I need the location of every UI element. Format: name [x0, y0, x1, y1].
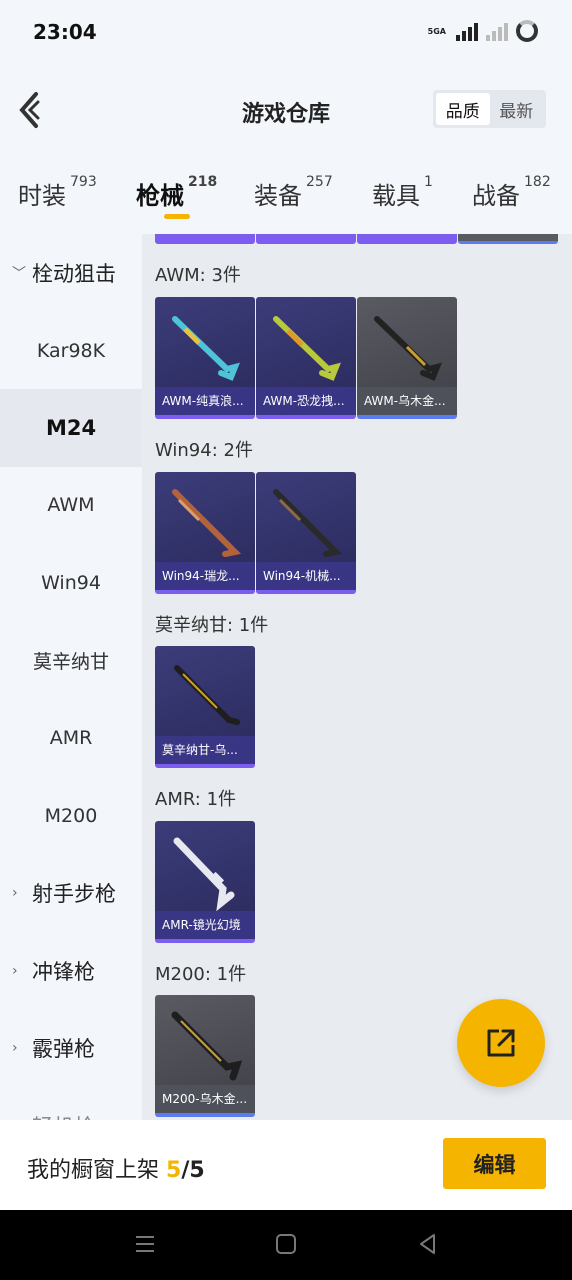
sidebar-group-bolt-action[interactable]: ﹀ 栓动狙击 [0, 234, 142, 312]
status-icons: 5GA [428, 20, 538, 42]
rifle-skin-icon [171, 1011, 243, 1081]
network-label: 5GA [427, 26, 446, 36]
item-name: Win94-瑞龙... [155, 562, 255, 590]
sort-newest-option[interactable]: 最新 [490, 93, 544, 125]
active-tab-indicator [164, 214, 190, 219]
tab-count: 1 [424, 174, 433, 190]
signal-strength-icon [456, 21, 478, 41]
tab-label: 装备 [254, 182, 302, 210]
item-card[interactable]: AWM-恐龙拽... [256, 297, 356, 419]
sidebar-group-label: 轻机枪 [32, 1111, 95, 1120]
sidebar-item-kar98k[interactable]: Kar98K [0, 312, 142, 390]
sidebar-item-awm[interactable]: AWM [0, 466, 142, 544]
item-card[interactable]: AMR-镜光幻境 [155, 821, 255, 943]
chevron-right-icon: › [12, 963, 18, 979]
partial-card[interactable] [458, 234, 558, 244]
signal-weak-icon [486, 21, 508, 41]
item-name: AWM-纯真浪... [155, 387, 255, 415]
tab-count: 218 [188, 174, 218, 190]
sidebar-group-smg[interactable]: › 冲锋枪 [0, 932, 142, 1010]
sort-toggle[interactable]: 品质 最新 [433, 90, 546, 128]
section-title-amr: AMR: 1件 [155, 789, 237, 810]
tab-label: 时装 [18, 182, 66, 210]
item-card[interactable]: AWM-纯真浪... [155, 297, 255, 419]
section-title-mosin: 莫辛纳甘: 1件 [155, 615, 269, 636]
rifle-skin-icon [273, 489, 343, 557]
section-title-win94: Win94: 2件 [155, 440, 253, 461]
menu-icon[interactable] [133, 1232, 157, 1256]
rifle-skin-icon [174, 665, 240, 725]
rifle-skin-icon [172, 489, 242, 557]
sidebar-group-label: 霰弹枪 [32, 1037, 95, 1061]
item-name: Win94-机械... [256, 562, 356, 590]
tab-vehicles[interactable]: 载具 1 [372, 174, 433, 211]
category-tabs: 时装 793 枪械 218 装备 257 载具 1 战备 182 [0, 154, 572, 234]
tab-count: 793 [70, 174, 97, 190]
section-title-awm: AWM: 3件 [155, 265, 241, 286]
rifle-skin-icon [273, 316, 341, 381]
showcase-bar: 我的橱窗上架 5/5 编辑 [0, 1120, 572, 1210]
sidebar-item-mosin[interactable]: 莫辛纳甘 [0, 621, 142, 699]
chevron-down-icon: ﹀ [12, 266, 26, 282]
sidebar-item-amr[interactable]: AMR [0, 699, 142, 777]
item-card[interactable]: AWM-乌木金... [357, 297, 457, 419]
item-card[interactable]: Win94-瑞龙... [155, 472, 255, 594]
status-time: 23:04 [33, 20, 97, 44]
sidebar-group-label: 栓动狙击 [32, 262, 116, 286]
header: 游戏仓库 品质 最新 [0, 66, 572, 154]
battery-icon [516, 20, 538, 42]
sidebar-group-shotgun[interactable]: › 霰弹枪 [0, 1009, 142, 1087]
tab-guns[interactable]: 枪械 218 [136, 174, 218, 211]
showcase-text: 我的橱窗上架 [27, 1158, 166, 1183]
tab-count: 182 [524, 174, 551, 190]
sidebar-group-label: 冲锋枪 [32, 960, 95, 984]
tab-label: 载具 [372, 182, 420, 210]
partial-card[interactable] [256, 234, 356, 244]
back-icon[interactable] [416, 1232, 440, 1256]
item-name: AWM-乌木金... [357, 387, 457, 415]
item-card[interactable]: Win94-机械... [256, 472, 356, 594]
partial-card[interactable] [357, 234, 457, 244]
edit-button[interactable]: 编辑 [443, 1138, 546, 1189]
share-button[interactable] [457, 999, 545, 1087]
item-card[interactable]: M200-乌木金... [155, 995, 255, 1117]
tab-supplies[interactable]: 战备 182 [472, 174, 551, 211]
showcase-count: 5 [166, 1158, 182, 1183]
sidebar-group-label: 射手步枪 [32, 882, 116, 906]
item-name: 莫辛纳甘-乌... [155, 736, 255, 764]
status-bar: 23:04 5GA [0, 0, 572, 66]
item-grid: AWM: 3件 AWM-纯真浪... AWM-恐龙拽... AWM-乌木金...… [142, 234, 572, 1120]
sidebar-group-lmg[interactable]: › 轻机枪 [0, 1087, 142, 1120]
showcase-total: /5 [181, 1158, 205, 1183]
partial-card[interactable] [155, 234, 255, 244]
item-card[interactable]: 莫辛纳甘-乌... [155, 646, 255, 768]
section-title-m200: M200: 1件 [155, 964, 247, 985]
tab-label: 枪械 [136, 182, 184, 210]
sidebar-item-win94[interactable]: Win94 [0, 544, 142, 622]
item-name: AWM-恐龙拽... [256, 387, 356, 415]
sidebar: ﹀ 栓动狙击 Kar98K M24 AWM Win94 莫辛纳甘 AMR M20… [0, 234, 142, 1120]
sidebar-item-m200[interactable]: M200 [0, 777, 142, 855]
tab-fashion[interactable]: 时装 793 [18, 174, 97, 211]
chevron-right-icon: › [12, 1040, 18, 1056]
item-name: AMR-镜光幻境 [155, 911, 255, 939]
rifle-skin-icon [374, 316, 442, 381]
chevron-right-icon: › [12, 885, 18, 901]
system-nav-bar [0, 1210, 572, 1280]
sort-quality-option[interactable]: 品质 [436, 93, 490, 125]
tab-label: 战备 [472, 182, 520, 210]
share-external-icon [487, 1029, 515, 1057]
home-icon[interactable] [274, 1232, 298, 1256]
item-name: M200-乌木金... [155, 1085, 255, 1113]
sidebar-group-dmr[interactable]: › 射手步枪 [0, 854, 142, 932]
showcase-label: 我的橱窗上架 5/5 [27, 1152, 205, 1184]
sidebar-item-m24[interactable]: M24 [0, 389, 142, 467]
tab-equipment[interactable]: 装备 257 [254, 174, 333, 211]
rifle-skin-icon [172, 316, 240, 381]
rifle-skin-icon [173, 837, 235, 911]
tab-count: 257 [306, 174, 333, 190]
